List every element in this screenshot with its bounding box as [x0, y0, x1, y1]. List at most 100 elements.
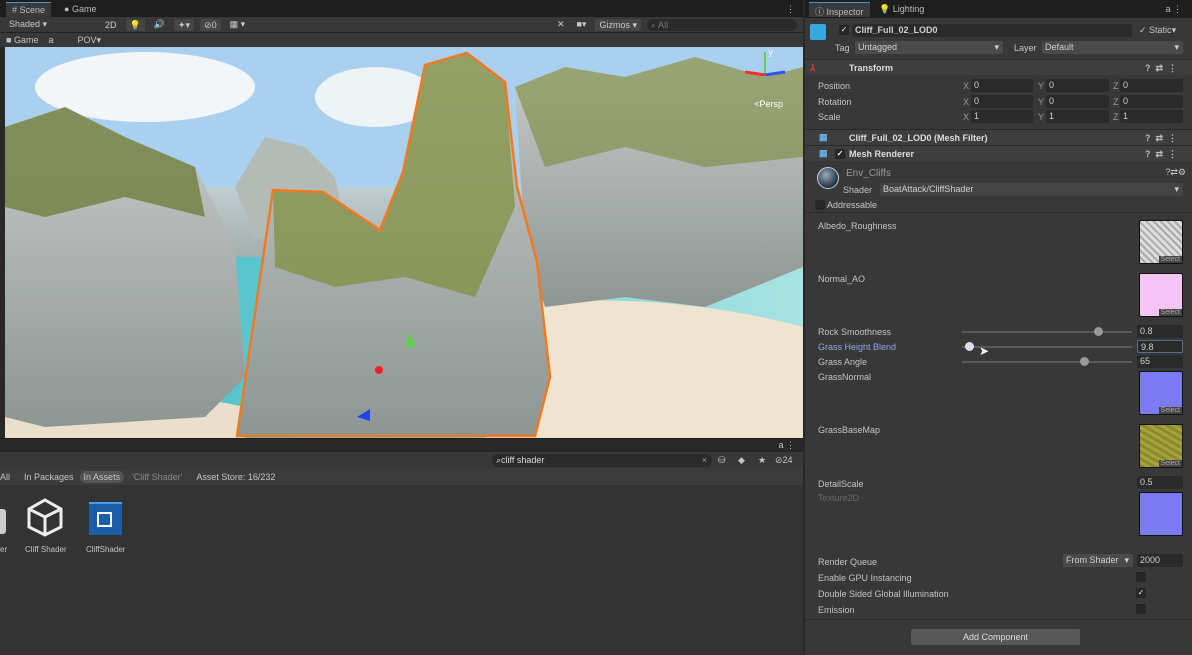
position-z[interactable]: 0 [1120, 79, 1183, 92]
active-checkbox[interactable]: ✓ [839, 25, 849, 35]
shading-mode-dropdown[interactable]: Shaded ▾ [6, 19, 96, 30]
select-button[interactable]: Select [1158, 460, 1182, 467]
position-x[interactable]: 0 [971, 79, 1033, 92]
grass-normal-texture-slot[interactable]: Select [1139, 371, 1183, 415]
rock-smoothness-input[interactable]: 0.8 [1137, 325, 1183, 338]
tab-lighting[interactable]: 💡 Lighting [873, 2, 930, 17]
game-view-button[interactable]: ■ Game [6, 35, 38, 45]
bulb-icon: 💡 [879, 4, 891, 14]
persp-label[interactable]: <Persp [754, 99, 783, 109]
transform-header[interactable]: ⅄ Transform ?⇄⋮ [805, 59, 1192, 75]
mesh-renderer-header[interactable]: ▦ ✓ Mesh Renderer ?⇄⋮ [805, 145, 1192, 161]
more-menu-icon[interactable]: ⋮ [780, 2, 801, 17]
favorite-star-icon[interactable]: ★ [758, 455, 766, 466]
gizmos-dropdown[interactable]: Gizmos ▾ [595, 18, 641, 31]
material-menu-icons[interactable]: ?⇄⚙ [1165, 167, 1186, 178]
albedo-texture-slot[interactable]: Select [1139, 220, 1183, 264]
render-queue-input[interactable]: 2000 [1137, 554, 1183, 567]
hidden-objects-toggle[interactable]: ⊘0 [200, 18, 221, 31]
scene-search-input[interactable]: ⌕ All [647, 18, 797, 31]
albedo-roughness-label: Albedo_Roughness [818, 221, 897, 231]
tab-game[interactable]: ● Game [58, 2, 102, 17]
pov-dropdown[interactable]: POV▾ [77, 35, 101, 46]
detail-scale-label: DetailScale [818, 479, 864, 489]
asset-label[interactable]: CliffShader [86, 545, 125, 554]
tag-dropdown[interactable]: Untagged ▾ [855, 41, 1003, 54]
rock-smoothness-slider[interactable] [962, 327, 1132, 336]
field-label: Position [818, 81, 851, 91]
scale-z[interactable]: 1 [1120, 110, 1183, 123]
layer-dropdown[interactable]: Default ▾ [1042, 41, 1183, 54]
hash-icon: # [12, 5, 18, 15]
slider-thumb[interactable] [1094, 327, 1103, 336]
tab-inspector[interactable]: ⓘ Inspector [809, 2, 870, 17]
scope-in-packages[interactable]: In Packages [24, 472, 74, 482]
asset-label[interactable]: Cliff Shader [25, 545, 67, 554]
asset-partial-icon[interactable] [0, 509, 6, 534]
select-button[interactable]: Select [1158, 407, 1182, 414]
asset-label: er [0, 545, 8, 554]
mesh-renderer-checkbox[interactable]: ✓ [835, 149, 845, 159]
camera-dropdown-icon[interactable]: ■▾ [573, 19, 589, 30]
clear-search-icon[interactable]: × [702, 454, 707, 467]
slider-thumb[interactable] [1080, 357, 1090, 366]
grass-base-texture-slot[interactable]: Select [1139, 424, 1183, 468]
tools-icon[interactable]: ✕ [554, 19, 568, 30]
rotation-x[interactable]: 0 [971, 95, 1033, 108]
detail-scale-input[interactable]: 0.5 [1137, 476, 1183, 489]
shader-dropdown[interactable]: BoatAttack/CliffShader ▾ [880, 183, 1183, 196]
hidden-packages-toggle[interactable]: ⊘24 [775, 455, 793, 466]
grass-height-blend-input[interactable]: 9.8 [1137, 340, 1183, 353]
scene-viewport[interactable]: y <Persp [5, 47, 803, 438]
grass-angle-slider[interactable] [962, 357, 1132, 366]
scene-toolbar: Shaded ▾ 2D 💡 🔊 ✦▾ ⊘0 ▦ ▾ ✕ ■▾ Gizmos ▾ … [0, 17, 803, 32]
2d-toggle[interactable]: 2D [102, 20, 120, 30]
lock-icon[interactable]: a [48, 35, 53, 45]
scope-in-assets[interactable]: In Assets [79, 471, 125, 483]
search-placeholder: All [658, 19, 669, 30]
static-toggle[interactable]: ✓ Static▾ [1139, 25, 1176, 36]
asset-store-count[interactable]: Asset Store: 16/232 [196, 472, 275, 482]
gpu-instancing-checkbox[interactable] [1136, 572, 1146, 582]
rotation-z[interactable]: 0 [1120, 95, 1183, 108]
normal-ao-texture-slot[interactable]: Select [1139, 273, 1183, 317]
shader-graph-icon[interactable] [89, 502, 122, 535]
gpu-instancing-label: Enable GPU Instancing [818, 573, 912, 583]
rotation-y[interactable]: 0 [1046, 95, 1109, 108]
grid-dropdown-icon[interactable]: ▦ ▾ [227, 19, 249, 30]
tag-label: Tag [835, 43, 850, 53]
filter-label-icon[interactable]: ◆ [738, 455, 745, 466]
addressable-checkbox[interactable] [815, 200, 825, 210]
lighting-toggle-icon[interactable]: 💡 [125, 18, 145, 31]
grass-angle-input[interactable]: 65 [1137, 355, 1183, 368]
slider-thumb[interactable] [964, 342, 974, 351]
component-menu-icons[interactable]: ?⇄⋮ [1145, 149, 1182, 160]
scope-all[interactable]: All [0, 472, 10, 482]
lock-icon[interactable]: a ⋮ [1159, 2, 1188, 17]
component-menu-icons[interactable]: ?⇄⋮ [1145, 63, 1182, 74]
object-name-input[interactable]: Cliff_Full_02_LOD0 [852, 24, 1132, 37]
effects-dropdown-icon[interactable]: ✦▾ [173, 18, 195, 31]
unity-logo-icon[interactable] [25, 497, 65, 537]
detail-texture-slot[interactable] [1139, 492, 1183, 536]
audio-toggle-icon[interactable]: 🔊 [151, 19, 168, 30]
lock-icon[interactable]: a ⋮ [778, 440, 795, 451]
component-menu-icons[interactable]: ?⇄⋮ [1145, 133, 1182, 144]
position-y[interactable]: 0 [1046, 79, 1109, 92]
tab-label: Inspector [826, 7, 864, 17]
scale-x[interactable]: 1 [971, 110, 1033, 123]
add-component-button[interactable]: Add Component [911, 629, 1080, 645]
shading-label: Shaded [9, 19, 41, 29]
mesh-filter-header[interactable]: ▦ Cliff_Full_02_LOD0 (Mesh Filter) ?⇄⋮ [805, 129, 1192, 145]
select-button[interactable]: Select [1158, 256, 1182, 263]
select-button[interactable]: Select [1158, 309, 1182, 316]
tag-value: Untagged [858, 42, 898, 52]
double-sided-gi-checkbox[interactable]: ✓ [1136, 588, 1146, 598]
emission-checkbox[interactable] [1136, 604, 1146, 614]
render-queue-dropdown[interactable]: From Shader ▾ [1063, 554, 1133, 567]
scale-y[interactable]: 1 [1046, 110, 1109, 123]
tab-scene[interactable]: # Scene [6, 2, 52, 17]
filter-type-icon[interactable]: ⛁ [718, 455, 726, 466]
field-label: Rotation [818, 97, 852, 107]
project-search-input[interactable]: ⌕cliff shader × [492, 454, 712, 467]
